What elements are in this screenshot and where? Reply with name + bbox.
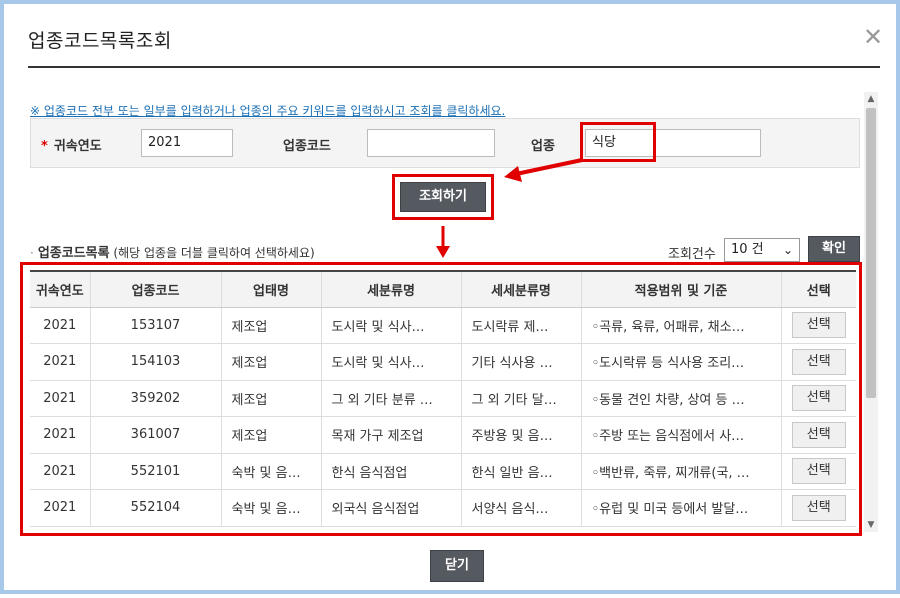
dialog-frame: 업종코드목록조회 ✕ ※ 업종코드 전부 또는 일부를 입력하거나 업종의 주요… — [0, 0, 900, 594]
close-button[interactable]: 닫기 — [430, 550, 484, 582]
arrow-to-search-head-icon — [504, 166, 522, 182]
annotation-arrows — [436, 158, 583, 258]
arrow-to-table-head-icon — [436, 246, 450, 258]
arrow-to-search-line — [515, 158, 583, 176]
